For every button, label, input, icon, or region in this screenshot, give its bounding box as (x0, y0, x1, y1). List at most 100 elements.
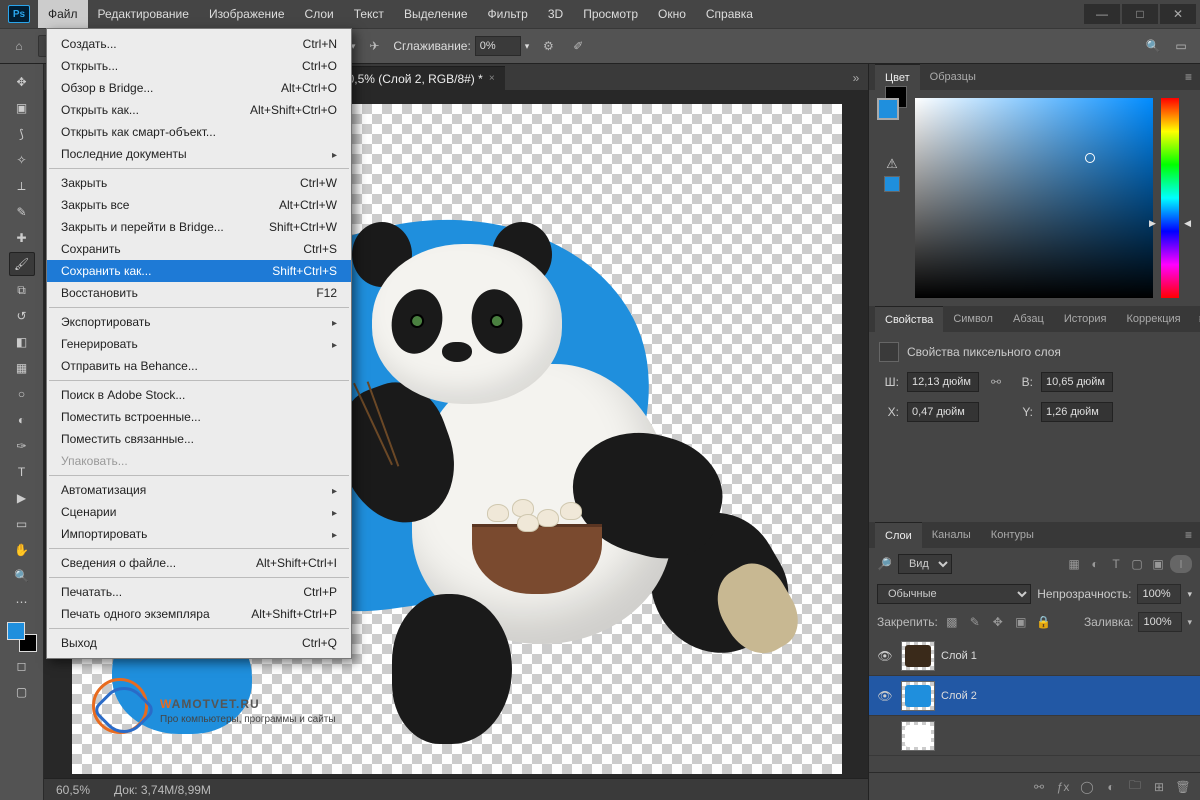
tab-character[interactable]: Символ (943, 306, 1003, 332)
y-input[interactable] (1041, 402, 1113, 422)
tab-paragraph[interactable]: Абзац (1003, 306, 1054, 332)
lock-brush-icon[interactable]: ✎ (966, 613, 984, 631)
link-layers-icon[interactable]: ⚯ (1030, 778, 1048, 796)
layer-row[interactable]: 👁 Слой 1 (869, 636, 1200, 676)
menu-слои[interactable]: Слои (295, 0, 344, 28)
eraser-tool[interactable]: ◧ (9, 330, 35, 354)
menu-справка[interactable]: Справка (696, 0, 763, 28)
menu-окно[interactable]: Окно (648, 0, 696, 28)
tab-channels[interactable]: Каналы (922, 522, 981, 548)
tab-overflow-icon[interactable]: » (844, 66, 868, 90)
pen-tool[interactable]: ✑ (9, 434, 35, 458)
rectangle-tool[interactable]: ▭ (9, 512, 35, 536)
filter-smart-icon[interactable]: ▣ (1149, 555, 1167, 573)
maximize-button[interactable]: □ (1122, 4, 1158, 24)
menu-просмотр[interactable]: Просмотр (573, 0, 648, 28)
menu-item[interactable]: Создать...Ctrl+N (47, 33, 351, 55)
filter-type-icon[interactable]: T (1107, 555, 1125, 573)
add-mask-icon[interactable]: ◯ (1078, 778, 1096, 796)
lock-all-icon[interactable]: 🔒 (1035, 613, 1053, 631)
layer-thumbnail[interactable] (901, 681, 935, 711)
color-swatches[interactable] (7, 622, 37, 652)
lock-artboard-icon[interactable]: ▣ (1012, 613, 1030, 631)
menu-3d[interactable]: 3D (538, 0, 573, 28)
menu-item[interactable]: СохранитьCtrl+S (47, 238, 351, 260)
gamut-warning-icon[interactable]: ⚠ (886, 156, 898, 172)
menu-item[interactable]: Экспортировать (47, 311, 351, 333)
menu-item[interactable]: Закрыть и перейти в Bridge...Shift+Ctrl+… (47, 216, 351, 238)
filter-shape-icon[interactable]: ▢ (1128, 555, 1146, 573)
layer-thumbnail[interactable] (901, 721, 935, 751)
menu-item[interactable]: Сохранить как...Shift+Ctrl+S (47, 260, 351, 282)
menu-редактирование[interactable]: Редактирование (88, 0, 199, 28)
tab-layers[interactable]: Слои (875, 522, 922, 548)
layer-thumbnail[interactable] (901, 641, 935, 671)
link-dimensions-icon[interactable]: ⚯ (987, 373, 1005, 391)
menu-item[interactable]: Открыть...Ctrl+O (47, 55, 351, 77)
fg-swatch[interactable] (877, 98, 899, 120)
menu-item[interactable]: Печатать...Ctrl+P (47, 581, 351, 603)
dodge-tool[interactable]: ◐ (9, 408, 35, 432)
menu-файл[interactable]: Файл (38, 0, 88, 28)
blur-tool[interactable]: ○ (9, 382, 35, 406)
menu-item[interactable]: Автоматизация (47, 479, 351, 501)
eyedropper-tool[interactable]: ✎ (9, 200, 35, 224)
marquee-tool[interactable]: ▣ (9, 96, 35, 120)
menu-item[interactable]: ВосстановитьF12 (47, 282, 351, 304)
filter-toggle[interactable]: ⏽ (1170, 555, 1192, 573)
zoom-tool[interactable]: 🔍 (9, 564, 35, 588)
layer-fx-icon[interactable]: ƒx (1054, 778, 1072, 796)
lock-position-icon[interactable]: ✥ (989, 613, 1007, 631)
tab-properties[interactable]: Свойства (875, 306, 943, 332)
dropdown-icon[interactable]: ▾ (1187, 589, 1192, 600)
visibility-toggle-icon[interactable]: 👁 (875, 649, 895, 663)
menu-item[interactable]: Поиск в Adobe Stock... (47, 384, 351, 406)
search-icon[interactable]: 🔍 (1142, 35, 1164, 57)
menu-item[interactable]: ЗакрытьCtrl+W (47, 172, 351, 194)
menu-item[interactable]: Закрыть всеAlt+Ctrl+W (47, 194, 351, 216)
menu-item[interactable]: Отправить на Behance... (47, 355, 351, 377)
panel-menu-icon[interactable]: ≡ (1177, 528, 1200, 542)
menu-item[interactable]: Поместить связанные... (47, 428, 351, 450)
dropdown-icon[interactable]: ▾ (1187, 617, 1192, 628)
layer-opacity-input[interactable] (1137, 584, 1181, 604)
layer-name[interactable]: Слой 1 (941, 650, 977, 662)
menu-item[interactable]: Открыть как смарт-объект... (47, 121, 351, 143)
new-layer-icon[interactable]: ⊞ (1150, 778, 1168, 796)
menu-item[interactable]: Поместить встроенные... (47, 406, 351, 428)
menu-item[interactable]: Сценарии (47, 501, 351, 523)
brush-tool[interactable]: 🖌 (9, 252, 35, 276)
menu-текст[interactable]: Текст (344, 0, 394, 28)
minimize-button[interactable]: — (1084, 4, 1120, 24)
history-brush-tool[interactable]: ↺ (9, 304, 35, 328)
layer-filter-select[interactable]: Вид (898, 554, 952, 574)
symmetry-icon[interactable]: ✐ (567, 35, 589, 57)
delete-layer-icon[interactable]: 🗑 (1174, 778, 1192, 796)
document-info[interactable]: Док: 3,74M/8,99M (114, 783, 211, 797)
menu-выделение[interactable]: Выделение (394, 0, 478, 28)
screenmode-tool[interactable]: ▢ (9, 680, 35, 704)
dropdown-icon[interactable]: ▾ (525, 41, 530, 52)
menu-item[interactable]: Последние документы (47, 143, 351, 165)
tab-adjustments[interactable]: Коррекция (1117, 306, 1191, 332)
height-input[interactable] (1041, 372, 1113, 392)
menu-item[interactable]: Обзор в Bridge...Alt+Ctrl+O (47, 77, 351, 99)
layer-row[interactable]: 👁Слой 2 (869, 676, 1200, 716)
menu-фильтр[interactable]: Фильтр (478, 0, 538, 28)
fill-input[interactable] (1138, 612, 1182, 632)
healing-brush-tool[interactable]: ✚ (9, 226, 35, 250)
menu-item[interactable]: Сведения о файле...Alt+Shift+Ctrl+I (47, 552, 351, 574)
airbrush-icon[interactable]: ✈ (363, 35, 385, 57)
tab-swatches[interactable]: Образцы (920, 64, 986, 90)
hue-slider[interactable] (1161, 98, 1179, 298)
quickmask-tool[interactable]: ◻ (9, 654, 35, 678)
menu-item[interactable]: Генерировать (47, 333, 351, 355)
color-field[interactable] (915, 98, 1153, 298)
x-input[interactable] (907, 402, 979, 422)
filter-pixel-icon[interactable]: ▦ (1065, 555, 1083, 573)
menu-item[interactable]: ВыходCtrl+Q (47, 632, 351, 654)
panel-menu-icon[interactable]: ≡ (1191, 312, 1200, 326)
width-input[interactable] (907, 372, 979, 392)
visibility-toggle-icon[interactable]: 👁 (875, 689, 895, 703)
workspace-icon[interactable]: ▭ (1170, 35, 1192, 57)
